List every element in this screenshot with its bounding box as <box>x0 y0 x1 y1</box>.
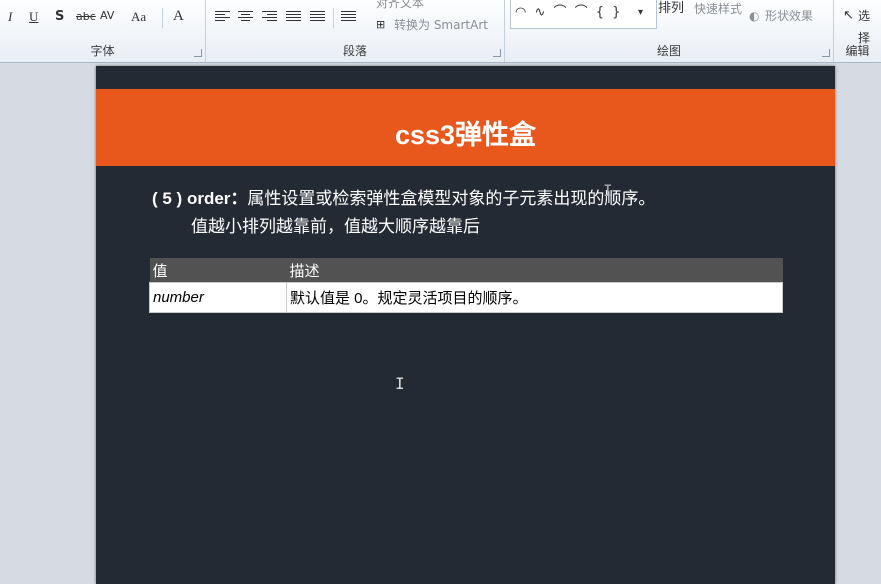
order-values-table[interactable]: 值 描述 number 默认值是 0。规定灵活项目的顺序。 <box>149 258 783 313</box>
smartart-icon: ⊞ <box>376 18 386 31</box>
edit-group-label: 编辑 <box>845 44 870 58</box>
font-color-button[interactable]: A <box>173 5 184 27</box>
order-label: ( 5 ) order： <box>152 189 248 208</box>
column-header: 描述 <box>286 258 783 283</box>
drawing-group-label: 绘图 <box>656 44 681 58</box>
italic-button[interactable]: I <box>8 6 12 28</box>
align-right-icon[interactable] <box>262 11 277 23</box>
drawing-dialog-launcher-icon[interactable] <box>822 49 830 57</box>
shapes-row-icon: ◠ ∿ ⌒ ⌒ { } <box>515 5 623 20</box>
shadow-button[interactable]: S <box>55 6 64 28</box>
select-pointer-icon: ↖ <box>843 8 854 23</box>
column-header: 值 <box>149 258 287 283</box>
shape-effects-button[interactable]: 形状效果 <box>765 5 813 27</box>
underline-button[interactable]: U <box>29 6 38 28</box>
arrange-button[interactable]: 排列 <box>658 0 684 20</box>
gallery-more-icon[interactable]: ▾ <box>638 2 643 24</box>
change-case-button[interactable]: Aa <box>131 6 146 28</box>
columns-icon[interactable] <box>341 11 356 23</box>
order-description-line2[interactable]: 值越小排列越靠前，值越大顺序越靠后 <box>191 212 480 237</box>
shape-effects-icon: ◐ <box>749 9 760 23</box>
align-center-icon[interactable] <box>238 11 253 23</box>
font-dialog-launcher-icon[interactable] <box>194 49 202 57</box>
title-banner: css3弹性盒 <box>96 89 835 166</box>
shapes-gallery[interactable]: ◠ ∿ ⌒ ⌒ { } ▾ <box>510 0 657 29</box>
strikethrough-button[interactable]: abc <box>76 6 96 28</box>
paragraph-dialog-launcher-icon[interactable] <box>493 49 501 57</box>
order-description: 属性设置或检索弹性盒模型对象的子元素出现的顺序。 <box>247 189 656 208</box>
paragraph-group-label: 段落 <box>342 44 367 58</box>
edit-group: ↖ 选择 编辑 <box>834 0 881 62</box>
convert-smartart-button[interactable]: 转换为 SmartArt <box>394 14 488 36</box>
align-left-icon[interactable] <box>215 11 230 23</box>
paragraph-group: 对齐文本 ⊞ 转换为 SmartArt 段落 <box>206 0 505 62</box>
align-text-button[interactable]: 对齐文本 <box>376 0 424 14</box>
font-group: I U S abc AV Aa A 字体 <box>0 0 206 62</box>
ibeam-cursor-icon: I <box>395 374 405 393</box>
char-spacing-button[interactable]: AV <box>100 5 114 27</box>
quick-styles-button[interactable]: 快速样式 <box>694 0 742 20</box>
justify-icon[interactable] <box>286 11 301 23</box>
table-cell-description[interactable]: 默认值是 0。规定灵活项目的顺序。 <box>286 282 783 313</box>
font-group-label: 字体 <box>90 44 115 58</box>
slide[interactable]: css3弹性盒 ( 5 ) order：属性设置或检索弹性盒模型对象的子元素出现… <box>96 66 835 584</box>
slide-title[interactable]: css3弹性盒 <box>96 113 835 152</box>
text-cursor-icon: I <box>603 181 613 200</box>
select-button[interactable]: 选择 <box>858 5 881 45</box>
separator <box>162 8 163 28</box>
table-cell-value[interactable]: number <box>149 282 287 313</box>
table-header-row: 值 描述 <box>149 258 783 283</box>
order-description-line1[interactable]: ( 5 ) order：属性设置或检索弹性盒模型对象的子元素出现的顺序。 <box>152 184 655 209</box>
table-row: number 默认值是 0。规定灵活项目的顺序。 <box>149 282 783 313</box>
distributed-icon[interactable] <box>310 11 325 23</box>
separator <box>333 8 334 28</box>
ribbon: I U S abc AV Aa A 字体 对齐文本 ⊞ 转换为 SmartArt… <box>0 0 881 63</box>
